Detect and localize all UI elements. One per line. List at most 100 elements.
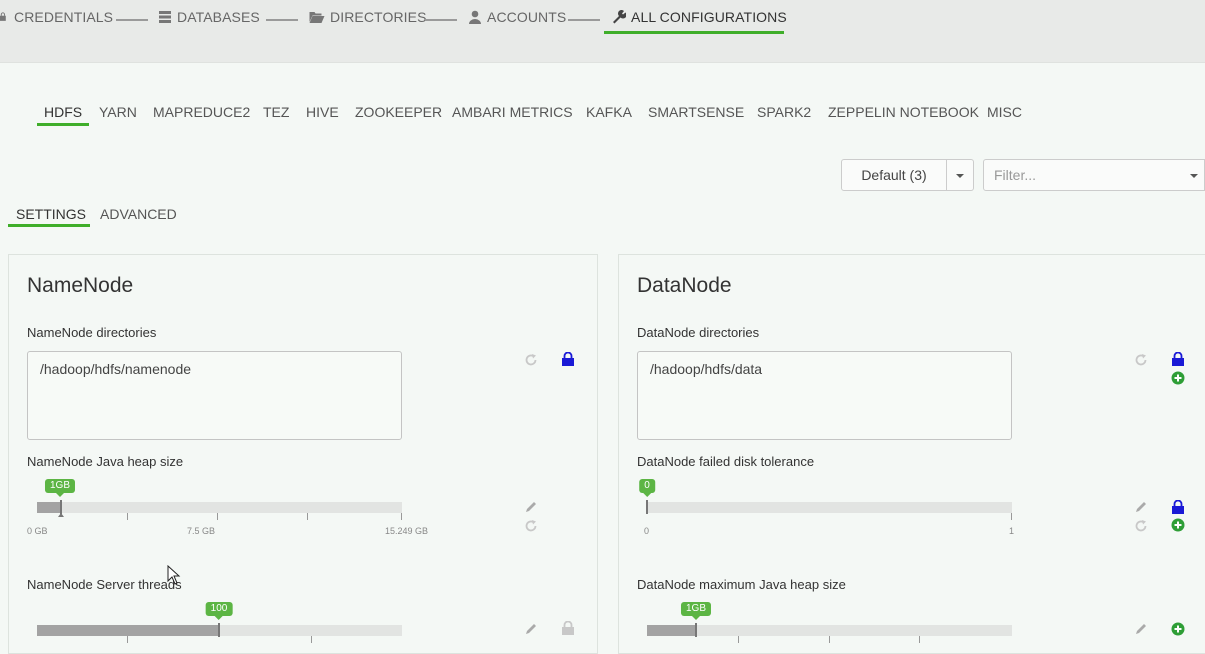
- tab-tez[interactable]: TEZ: [263, 104, 289, 120]
- tab-mapreduce2[interactable]: MAPREDUCE2: [153, 104, 250, 120]
- slider-value-bubble: 1GB: [680, 602, 712, 620]
- pencil-icon[interactable]: [524, 500, 538, 514]
- slider-tick: [217, 513, 218, 520]
- tab-misc[interactable]: MISC: [987, 104, 1022, 120]
- datanode-disk-tolerance-label: DataNode failed disk tolerance: [637, 454, 815, 469]
- pencil-icon[interactable]: [1134, 500, 1148, 514]
- slider-tick: [738, 636, 739, 643]
- step-databases[interactable]: DATABASES: [158, 0, 260, 34]
- active-service-underline: [37, 123, 89, 126]
- namenode-dirs-label: NameNode directories: [27, 325, 157, 340]
- step-connector: [425, 19, 457, 21]
- lock-icon: [0, 12, 6, 21]
- lock-icon[interactable]: [1171, 352, 1185, 366]
- refresh-icon[interactable]: [524, 353, 538, 367]
- filter-dropdown-toggle[interactable]: [1182, 159, 1205, 191]
- slider-track[interactable]: [647, 502, 1012, 513]
- tab-hive[interactable]: HIVE: [306, 104, 339, 120]
- add-icon[interactable]: [1171, 622, 1185, 636]
- slider-tick-label: 15.249 GB: [385, 526, 429, 536]
- namenode-heap-label: NameNode Java heap size: [27, 454, 184, 469]
- slider-track[interactable]: [37, 502, 402, 513]
- caret-down-icon: [1190, 174, 1198, 178]
- refresh-icon[interactable]: [1134, 353, 1148, 367]
- folder-open-icon: [309, 12, 325, 23]
- tab-ambari-metrics[interactable]: AMBARI METRICS: [452, 104, 573, 120]
- tab-kafka[interactable]: KAFKA: [586, 104, 632, 120]
- step-label: DIRECTORIES: [330, 9, 427, 25]
- slider-handle[interactable]: [218, 623, 220, 637]
- step-accounts[interactable]: ACCOUNTS: [468, 0, 566, 34]
- namenode-title: NameNode: [27, 274, 134, 297]
- lock-icon[interactable]: [561, 621, 575, 635]
- config-group-dropdown-toggle[interactable]: [947, 159, 974, 191]
- slider-handle-marker: [58, 513, 64, 517]
- active-subtab-underline: [8, 224, 90, 227]
- slider-handle[interactable]: [646, 500, 648, 514]
- step-all-configurations[interactable]: ALL CONFIGURATIONS: [612, 0, 787, 34]
- config-group-label: Default (3): [861, 167, 927, 183]
- refresh-icon[interactable]: [1134, 519, 1148, 533]
- slider-value-bubble: 100: [205, 602, 233, 620]
- slider-fill: [647, 625, 696, 636]
- step-connector: [568, 19, 600, 21]
- pencil-icon[interactable]: [524, 622, 538, 636]
- step-directories[interactable]: DIRECTORIES: [308, 0, 427, 34]
- tab-settings[interactable]: SETTINGS: [16, 206, 86, 222]
- slider-track[interactable]: [647, 625, 1012, 636]
- tab-smartsense[interactable]: SMARTSENSE: [648, 104, 744, 120]
- step-credentials[interactable]: CREDENTIALS: [0, 0, 113, 34]
- step-connector: [266, 19, 298, 21]
- active-step-underline: [604, 31, 784, 34]
- pencil-icon[interactable]: [1134, 622, 1148, 636]
- database-icon: [159, 11, 171, 23]
- slider-tick-label: 1: [1009, 526, 1015, 536]
- config-group-button[interactable]: Default (3): [841, 159, 947, 191]
- slider-tick-label: 0: [644, 526, 650, 536]
- add-icon[interactable]: [1171, 371, 1185, 385]
- datanode-dirs-input[interactable]: /hadoop/hdfs/data: [637, 351, 1012, 440]
- lock-icon[interactable]: [561, 352, 575, 366]
- slider-tick: [307, 513, 308, 520]
- tab-yarn[interactable]: YARN: [99, 104, 137, 120]
- step-label: ACCOUNTS: [487, 9, 567, 25]
- namenode-dirs-input[interactable]: /hadoop/hdfs/namenode: [27, 351, 402, 440]
- slider-tick: [1011, 513, 1012, 520]
- datanode-heap-label: DataNode maximum Java heap size: [637, 577, 846, 592]
- wizard-steps-bar: CREDENTIALS DATABASES DIRECTORIES ACCOUN…: [0, 0, 1205, 63]
- lock-icon[interactable]: [1171, 500, 1185, 514]
- slider-value-bubble: 1GB: [44, 479, 76, 497]
- filter-input[interactable]: [983, 159, 1183, 191]
- slider-tick-label: 0 GB: [27, 526, 48, 536]
- caret-down-icon: [956, 174, 964, 178]
- slider-tick: [829, 636, 830, 643]
- mouse-cursor-icon: [167, 565, 181, 585]
- wrench-icon: [613, 10, 626, 24]
- step-label: DATABASES: [177, 9, 260, 25]
- slider-tick: [919, 636, 920, 643]
- slider-fill: [37, 625, 219, 636]
- tab-zookeeper[interactable]: ZOOKEEPER: [355, 104, 442, 120]
- tab-hdfs[interactable]: HDFS: [44, 104, 82, 120]
- user-icon: [469, 10, 481, 24]
- slider-fill: [37, 502, 61, 513]
- slider-handle[interactable]: [60, 500, 62, 514]
- slider-tick: [311, 636, 312, 643]
- namenode-threads-label: NameNode Server threads: [27, 577, 182, 592]
- step-label: CREDENTIALS: [14, 9, 114, 25]
- slider-value-bubble: 0: [639, 479, 655, 497]
- slider-tick: [127, 513, 128, 520]
- refresh-icon[interactable]: [524, 519, 538, 533]
- add-icon[interactable]: [1171, 518, 1185, 532]
- step-connector: [116, 19, 148, 21]
- tab-spark2[interactable]: SPARK2: [757, 104, 811, 120]
- slider-tick-label: 7.5 GB: [187, 526, 216, 536]
- slider-tick: [127, 636, 128, 643]
- tab-advanced[interactable]: ADVANCED: [100, 206, 177, 222]
- tab-zeppelin-notebook[interactable]: ZEPPELIN NOTEBOOK: [828, 104, 979, 120]
- datanode-dirs-label: DataNode directories: [637, 325, 760, 340]
- slider-handle[interactable]: [695, 623, 697, 637]
- datanode-title: DataNode: [637, 274, 732, 297]
- slider-tick: [401, 513, 402, 520]
- step-label: ALL CONFIGURATIONS: [631, 9, 787, 25]
